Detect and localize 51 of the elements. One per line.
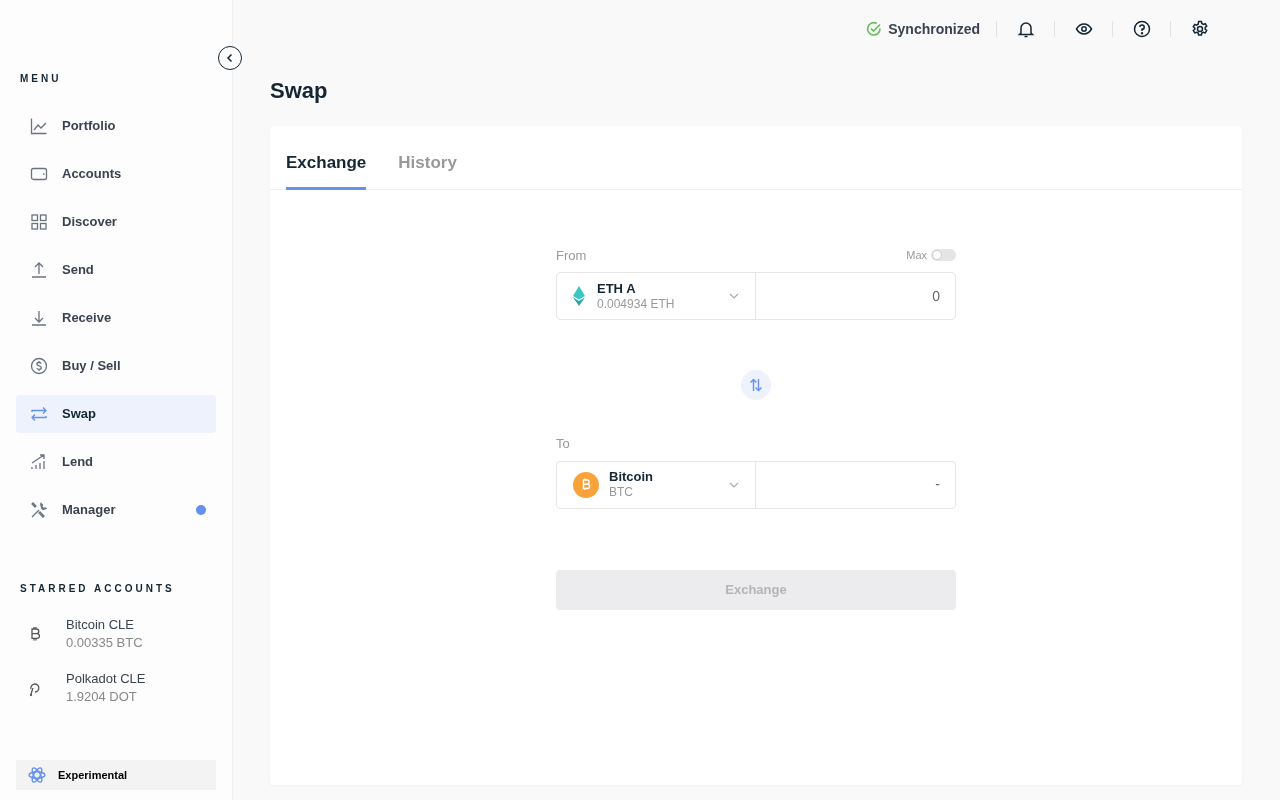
sidebar-item[interactable]: Swap (16, 395, 216, 433)
chevron-left-icon (225, 53, 235, 63)
currency-name: Bitcoin (609, 469, 654, 485)
experimental-bar[interactable]: Experimental (16, 760, 216, 790)
swap-direction-button[interactable] (741, 370, 771, 400)
page-title: Swap (270, 77, 328, 105)
swap-arrows-icon (749, 378, 763, 392)
collapse-sidebar-button[interactable] (218, 46, 242, 70)
starred-accounts-heading: STARRED ACCOUNTS (20, 582, 175, 596)
sidebar-item[interactable]: Buy / Sell (16, 347, 216, 385)
account-name: Bitcoin CLE (66, 616, 135, 634)
upload-arrow-icon (30, 261, 48, 279)
account-balance: 0.00335 BTC (66, 634, 143, 652)
eye-icon (1074, 20, 1093, 38)
sidebar-item[interactable]: Send (16, 251, 216, 289)
account-name: Polkadot CLE (66, 670, 146, 688)
settings-icon (1190, 20, 1209, 38)
starred-account[interactable]: Bitcoin CLE 0.00335 BTC (26, 616, 206, 652)
help-icon (1132, 20, 1151, 38)
from-label: From (556, 246, 587, 265)
to-label: To (556, 435, 570, 453)
menu-heading: MENU (20, 72, 62, 86)
max-toggle[interactable] (931, 249, 956, 262)
tab[interactable]: Exchange (286, 150, 367, 190)
sync-status: Synchronized (888, 19, 980, 39)
max-label: Max (906, 248, 927, 263)
tools-icon (30, 501, 48, 519)
grid-icon (30, 213, 48, 231)
sidebar-item[interactable]: Accounts (16, 155, 216, 193)
sidebar-item[interactable]: Portfolio (16, 107, 216, 145)
bitcoin-icon (573, 471, 599, 498)
check-circle-icon (866, 21, 883, 37)
amount-output: - (934, 475, 941, 494)
swap-arrows-icon (30, 405, 48, 423)
bar-chart-up-icon (30, 453, 48, 471)
chart-line-icon (30, 117, 48, 135)
chevron-down-icon (729, 481, 739, 488)
starred-account[interactable]: Polkadot CLE 1.9204 DOT (26, 670, 206, 706)
dollar-circle-icon (30, 357, 48, 375)
experimental-label: Experimental (58, 767, 128, 783)
sidebar-item[interactable]: Discover (16, 203, 216, 241)
wallet-icon (30, 165, 48, 183)
sidebar-item[interactable]: Lend (16, 443, 216, 481)
bell-icon (1016, 20, 1035, 38)
sidebar-item[interactable]: Manager (16, 491, 216, 529)
currency-select[interactable]: Bitcoin BTC (557, 461, 756, 508)
currency-ticker: BTC (609, 485, 633, 500)
account-balance: 1.9204 DOT (66, 688, 138, 706)
download-arrow-icon (30, 309, 48, 327)
sidebar-item[interactable]: Receive (16, 299, 216, 337)
atom-icon (28, 766, 46, 784)
